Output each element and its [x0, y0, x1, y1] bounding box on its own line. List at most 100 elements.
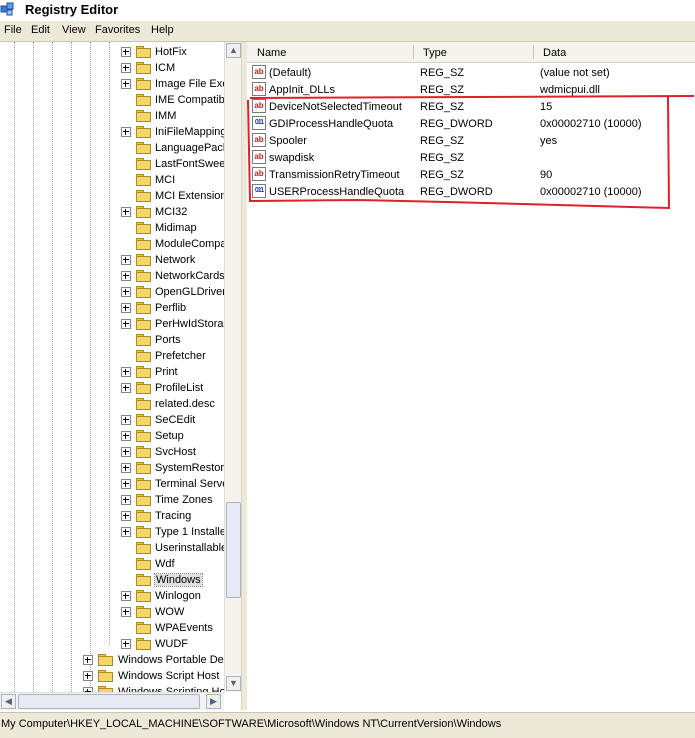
expand-icon[interactable] [121, 591, 131, 601]
list-row[interactable]: 011 GDIProcessHandleQuota REG_DWORD 0x00002… [247, 115, 695, 132]
tree-item[interactable]: Wdf [0, 556, 224, 572]
expand-icon[interactable] [121, 511, 131, 521]
list-row[interactable]: ab swapdisk REG_SZ [247, 149, 695, 166]
tree-item[interactable]: OpenGLDriver [0, 284, 224, 300]
tree-item[interactable]: NetworkCards [0, 268, 224, 284]
column-header-type[interactable]: Type [423, 47, 447, 59]
expand-icon[interactable] [121, 63, 131, 73]
tree-item-label: Winlogon [155, 590, 201, 602]
expand-icon[interactable] [121, 207, 131, 217]
expand-icon[interactable] [83, 655, 93, 665]
expand-icon[interactable] [121, 47, 131, 57]
expand-icon[interactable] [121, 127, 131, 137]
tree-item[interactable]: WUDF [0, 636, 224, 652]
tree-item[interactable]: Network [0, 252, 224, 268]
list-row[interactable]: ab DeviceNotSelectedTimeout REG_SZ 15 [247, 98, 695, 115]
expand-icon[interactable] [121, 607, 131, 617]
scroll-left-button[interactable]: ◀ [1, 694, 16, 709]
menu-file[interactable]: File [4, 24, 22, 36]
scroll-thumb[interactable] [226, 502, 241, 598]
expand-icon[interactable] [121, 271, 131, 281]
tree-item[interactable]: MCI [0, 172, 224, 188]
scroll-down-button[interactable]: ▼ [226, 676, 241, 691]
values-list[interactable]: Name Type Data ab (Default) REG_SZ (value n… [247, 42, 695, 710]
tree-item[interactable]: related.desc [0, 396, 224, 412]
list-row[interactable]: ab Spooler REG_SZ yes [247, 132, 695, 149]
scroll-right-button[interactable]: ▶ [206, 694, 221, 709]
key-tree-pane[interactable]: HotFix ICM Image File Exe IME Compatib IMM In… [0, 42, 241, 710]
tree-item[interactable]: Type 1 Installe [0, 524, 224, 540]
tree-item[interactable]: SvcHost [0, 444, 224, 460]
tree-horizontal-scrollbar[interactable]: ◀ ▶ [0, 692, 224, 710]
tree-item[interactable]: HotFix [0, 44, 224, 60]
expand-icon[interactable] [121, 319, 131, 329]
menu-help[interactable]: Help [151, 24, 174, 36]
column-separator[interactable] [533, 45, 534, 59]
expand-icon[interactable] [121, 479, 131, 489]
cell-data: wdmicpui.dll [540, 84, 600, 96]
expand-icon[interactable] [121, 495, 131, 505]
expand-icon[interactable] [121, 415, 131, 425]
tree-item[interactable]: IMM [0, 108, 224, 124]
tree-item[interactable]: Midimap [0, 220, 224, 236]
tree-item[interactable]: Setup [0, 428, 224, 444]
expand-icon[interactable] [121, 367, 131, 377]
tree-item[interactable]: ModuleCompa [0, 236, 224, 252]
column-header-name[interactable]: Name [257, 47, 286, 59]
tree-item[interactable]: Ports [0, 332, 224, 348]
tree-item[interactable]: Userinstallable [0, 540, 224, 556]
tree-item[interactable]: MCI Extension [0, 188, 224, 204]
title-bar: Registry Editor [0, 0, 695, 21]
tree-item[interactable]: ProfileList [0, 380, 224, 396]
tree-item[interactable]: PerHwIdStora [0, 316, 224, 332]
tree-item[interactable]: Windows [0, 572, 224, 588]
folder-icon [136, 334, 151, 346]
tree-item[interactable]: LanguagePack [0, 140, 224, 156]
expand-icon[interactable] [121, 639, 131, 649]
tree-item[interactable]: Time Zones [0, 492, 224, 508]
menu-view[interactable]: View [62, 24, 86, 36]
expand-icon[interactable] [121, 431, 131, 441]
expand-icon[interactable] [121, 527, 131, 537]
tree-item[interactable]: ICM [0, 60, 224, 76]
list-row[interactable]: ab AppInit_DLLs REG_SZ wdmicpui.dll [247, 81, 695, 98]
expand-icon[interactable] [121, 303, 131, 313]
tree-item[interactable]: Terminal Serve [0, 476, 224, 492]
list-row[interactable]: ab TransmissionRetryTimeout REG_SZ 90 [247, 166, 695, 183]
tree-item[interactable]: Windows Scripting Ho [0, 684, 224, 692]
tree-item[interactable]: WOW [0, 604, 224, 620]
expand-icon[interactable] [83, 671, 93, 681]
tree-item[interactable]: Image File Exe [0, 76, 224, 92]
tree-item[interactable]: Prefetcher [0, 348, 224, 364]
menu-edit[interactable]: Edit [31, 24, 50, 36]
expand-icon[interactable] [121, 255, 131, 265]
folder-icon [136, 414, 151, 426]
tree-item[interactable]: Tracing [0, 508, 224, 524]
tree-item[interactable]: LastFontSwee [0, 156, 224, 172]
tree-item[interactable]: SystemRestor [0, 460, 224, 476]
tree-item[interactable]: IniFileMapping [0, 124, 224, 140]
expand-icon[interactable] [121, 287, 131, 297]
tree-item[interactable]: IME Compatib [0, 92, 224, 108]
expand-icon[interactable] [121, 463, 131, 473]
tree-item[interactable]: SeCEdit [0, 412, 224, 428]
tree-item[interactable]: Print [0, 364, 224, 380]
tree-item[interactable]: Windows Portable Dev [0, 652, 224, 668]
list-row[interactable]: ab (Default) REG_SZ (value not set) [247, 64, 695, 81]
list-row[interactable]: 011 USERProcessHandleQuota REG_DWORD 0x0000… [247, 183, 695, 200]
scroll-up-button[interactable]: ▲ [226, 43, 241, 58]
column-separator[interactable] [413, 45, 414, 59]
column-header-data[interactable]: Data [543, 47, 566, 59]
menu-favorites[interactable]: Favorites [95, 24, 140, 36]
folder-icon [136, 46, 151, 58]
tree-item[interactable]: MCI32 [0, 204, 224, 220]
scroll-thumb-horizontal[interactable] [18, 694, 200, 709]
tree-item[interactable]: Winlogon [0, 588, 224, 604]
tree-item[interactable]: Perflib [0, 300, 224, 316]
expand-icon[interactable] [121, 383, 131, 393]
expand-icon[interactable] [121, 79, 131, 89]
tree-item[interactable]: WPAEvents [0, 620, 224, 636]
expand-icon[interactable] [121, 447, 131, 457]
tree-item[interactable]: Windows Script Host [0, 668, 224, 684]
tree-vertical-scrollbar[interactable]: ▲ ▼ [224, 42, 241, 692]
